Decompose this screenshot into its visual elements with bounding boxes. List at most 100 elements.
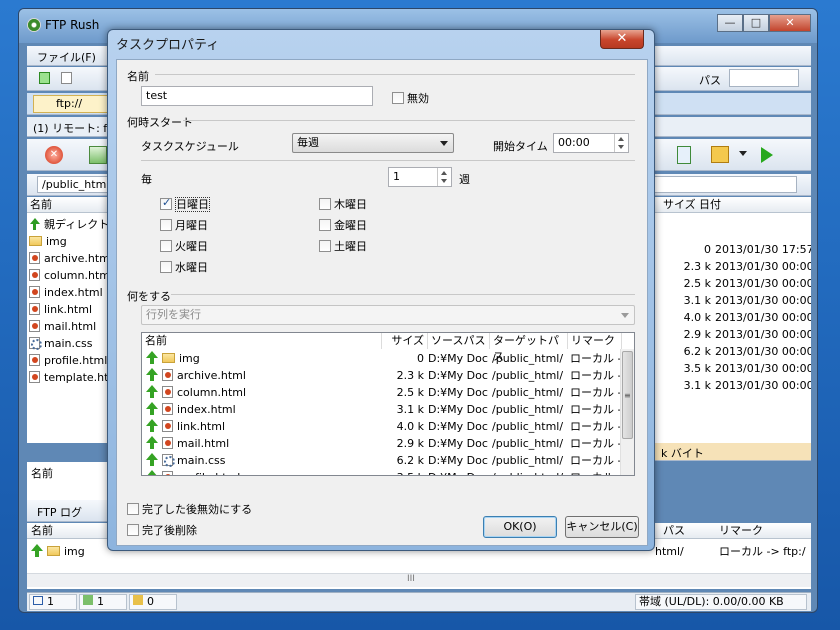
table-row[interactable]: 6.2 k 2013/01/30 00:00:00 (655, 343, 811, 360)
disable-checkbox[interactable]: 無効 (392, 90, 429, 106)
row-name: mail.html (177, 437, 230, 450)
list-item[interactable]: profile.html (29, 352, 117, 369)
sync-icon[interactable] (677, 146, 691, 164)
disable-after-checkbox[interactable]: 完了した後無効にする (127, 501, 252, 517)
action-dropdown[interactable]: 行列を実行 (141, 305, 635, 325)
list-item-name: archive.html (44, 252, 113, 265)
list-header-5[interactable]: リマーク (568, 333, 622, 349)
size-cell: 0 (704, 243, 711, 256)
start-time-field[interactable]: 00:00 (553, 133, 629, 153)
name-field[interactable]: test (141, 86, 373, 106)
day-label: 金曜日 (334, 219, 367, 232)
list-item[interactable]: mail.html (29, 318, 117, 335)
tab-ftp-log[interactable]: FTP ログ (37, 504, 82, 520)
html-icon (162, 420, 173, 432)
close-icon[interactable]: ✕ (769, 14, 811, 32)
status-bandwidth: 帯域 (UL/DL): 0.00/0.00 KB (635, 594, 807, 610)
cancel-button[interactable]: キャンセル(C) (565, 516, 639, 538)
list-item[interactable]: template.html (29, 369, 117, 386)
vertical-scrollbar[interactable]: ≡ (620, 349, 634, 475)
delete-after-checkbox[interactable]: 完了後削除 (127, 522, 197, 538)
task-file-row[interactable]: profile.html 3.5 k D:¥My Docu/public_html/… (142, 469, 622, 475)
queue-col-name[interactable]: 名前 (31, 465, 53, 481)
schedule-dropdown[interactable]: 毎週 (292, 133, 454, 153)
new-connection-icon[interactable] (39, 72, 50, 84)
maximize-icon[interactable]: □ (743, 14, 769, 32)
task-file-row[interactable]: column.html 2.5 k D:¥My Docu/public_html/ロ… (142, 384, 622, 401)
list-header-1[interactable]: 名前 (142, 333, 382, 349)
horizontal-scrollbar[interactable]: III (27, 573, 811, 587)
table-row[interactable]: 2.5 k 2013/01/30 00:00:00 (655, 275, 811, 292)
row-name-cell: link.html (146, 418, 225, 435)
day-checkbox-3[interactable]: 火曜日 (160, 238, 208, 254)
day-checkbox-5[interactable]: 木曜日 (319, 196, 367, 212)
list-item[interactable]: main.css (29, 335, 117, 352)
table-row[interactable]: 4.0 k 2013/01/30 00:00:00 (655, 309, 811, 326)
queue-header-remark[interactable]: リマーク (719, 523, 763, 539)
html-icon (162, 437, 173, 449)
html-icon (29, 286, 40, 298)
day-label: 水曜日 (175, 261, 208, 274)
list-item[interactable]: link.html (29, 301, 117, 318)
table-row[interactable]: 3.1 k 2013/01/30 00:00:00 (655, 377, 811, 394)
col-name[interactable]: 名前 (27, 197, 117, 213)
stop-icon[interactable]: ✕ (45, 146, 63, 164)
task-file-row[interactable]: link.html 4.0 k D:¥My Docu/public_html/ローカ… (142, 418, 622, 435)
html-icon (162, 403, 173, 415)
task-file-row[interactable]: mail.html 2.9 k D:¥My Docu/public_html/ローカ… (142, 435, 622, 452)
task-file-row[interactable]: archive.html 2.3 k D:¥My Docu/public_html/… (142, 367, 622, 384)
task-file-row[interactable]: main.css 6.2 k D:¥My Docu/public_html/ローカル… (142, 452, 622, 469)
list-header-4[interactable]: ターゲットパス (490, 333, 568, 363)
row-source: D:¥My Docu (428, 403, 488, 416)
chevron-down-icon[interactable] (739, 151, 747, 156)
row-source: D:¥My Docu (428, 454, 488, 467)
list-header-3[interactable]: ソースパス (428, 333, 490, 349)
list-item[interactable]: column.html (29, 267, 117, 284)
disable-label: 無効 (407, 92, 429, 105)
transfer-arrow-icon[interactable] (761, 147, 773, 163)
list-item[interactable]: archive.html (29, 250, 117, 267)
menu-file[interactable]: ファイル(F) (37, 49, 96, 65)
queue-header-path[interactable]: パス (663, 523, 685, 539)
disconnect-icon[interactable] (61, 72, 72, 84)
right-col-headers: サイズ 日付 (655, 197, 811, 213)
name-group-label: 名前 (127, 70, 149, 83)
day-checkbox-box (319, 198, 331, 210)
every-spinner[interactable] (437, 168, 451, 186)
task-file-row[interactable]: img 0 D:¥My Docu/public_html/ローカル - (142, 350, 622, 367)
path-input[interactable] (729, 69, 799, 87)
row-target: /public_html/ (492, 420, 564, 433)
every-label: 毎 (141, 173, 152, 186)
task-file-row[interactable]: index.html 3.1 k D:¥My Docu/public_html/ロー… (142, 401, 622, 418)
list-header-2[interactable]: サイズ (382, 333, 428, 349)
table-row[interactable]: 3.5 k 2013/01/30 00:00:00 (655, 360, 811, 377)
table-row[interactable]: 2.3 k 2013/01/30 00:00:00 (655, 258, 811, 275)
every-field[interactable]: 1 (388, 167, 452, 187)
list-item[interactable]: 親ディレクトリ (29, 216, 117, 233)
dialog-close-icon[interactable]: ✕ (600, 30, 644, 49)
ok-button[interactable]: OK(O) (483, 516, 557, 538)
col-date[interactable]: 日付 (699, 197, 721, 213)
table-row[interactable]: 2.9 k 2013/01/30 00:00:00 (655, 326, 811, 343)
table-row[interactable]: 3.1 k 2013/01/30 00:00:00 (655, 292, 811, 309)
day-checkbox-box (160, 261, 172, 273)
queue-header-name[interactable]: 名前 (31, 523, 53, 539)
day-checkbox-4[interactable]: 水曜日 (160, 259, 208, 275)
minimize-icon[interactable]: — (717, 14, 743, 32)
day-checkbox-2[interactable]: 月曜日 (160, 217, 208, 233)
schedule-folder-icon[interactable] (711, 146, 729, 163)
upload-arrow-icon (146, 470, 158, 475)
chevron-down-icon (440, 141, 448, 146)
html-icon (29, 371, 40, 383)
folder-icon (29, 236, 42, 246)
list-item[interactable]: index.html (29, 284, 117, 301)
action-dropdown-value: 行列を実行 (146, 308, 201, 321)
list-item[interactable]: img (29, 233, 117, 250)
day-checkbox-1[interactable]: 日曜日 (160, 196, 210, 212)
day-checkbox-6[interactable]: 金曜日 (319, 217, 367, 233)
queue-icon[interactable] (89, 146, 107, 164)
table-row[interactable]: 0 2013/01/30 17:57:44 (655, 241, 811, 258)
col-size[interactable]: サイズ (663, 197, 696, 213)
day-checkbox-7[interactable]: 土曜日 (319, 238, 367, 254)
start-time-spinner[interactable] (614, 134, 628, 152)
